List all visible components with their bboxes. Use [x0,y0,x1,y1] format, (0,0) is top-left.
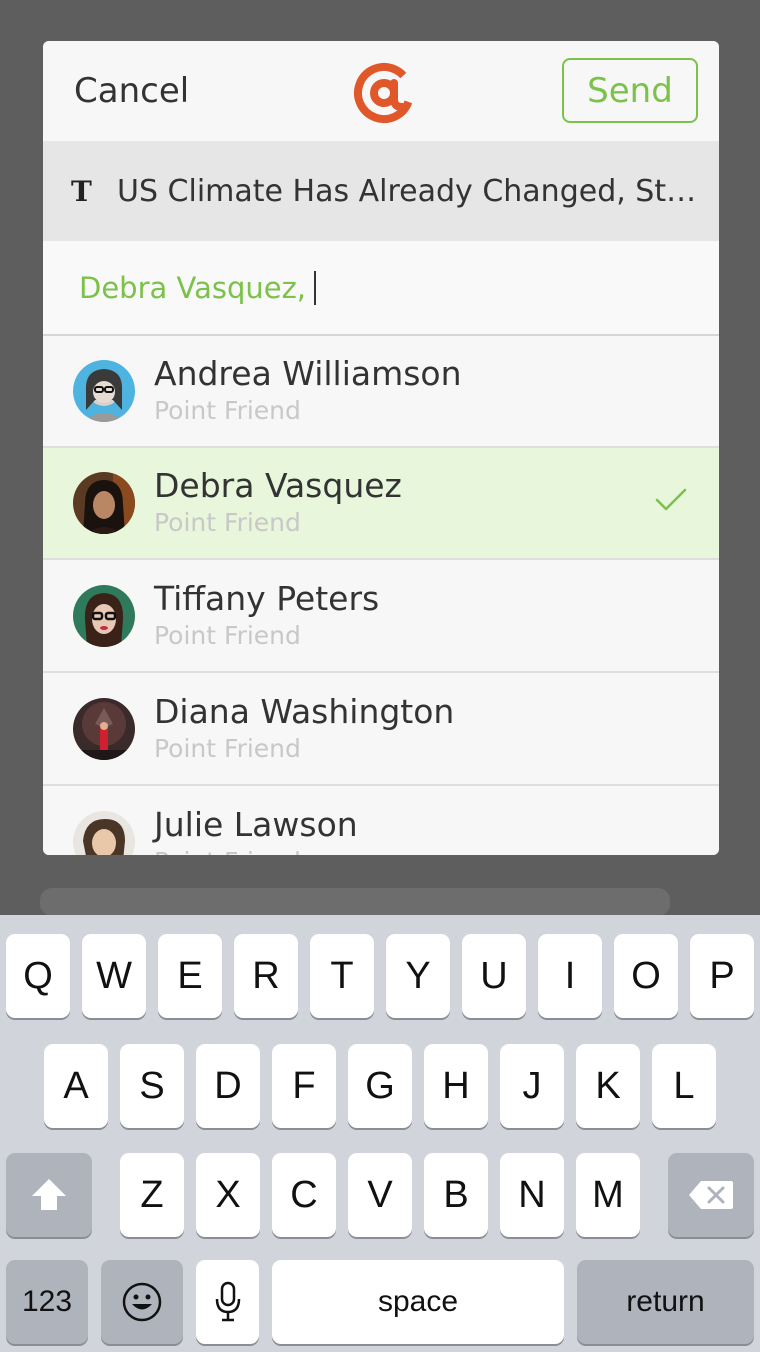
contact-name: Julie Lawson [154,805,358,844]
key-h[interactable]: H [424,1044,488,1128]
microphone-icon [215,1281,240,1322]
key-o[interactable]: O [614,934,678,1018]
article-title: US Climate Has Already Changed, Stu… [117,173,707,209]
emoji-icon [122,1282,162,1322]
key-z[interactable]: Z [120,1153,184,1237]
avatar [73,585,135,647]
contact-subtitle: Point Friend [154,847,301,855]
shift-key[interactable] [6,1153,92,1237]
contact-row[interactable]: Andrea Williamson Point Friend [43,336,719,448]
at-sign-icon [354,63,414,123]
avatar [73,360,135,422]
return-key[interactable]: return [577,1260,754,1344]
key-c[interactable]: C [272,1153,336,1237]
avatar [73,811,135,855]
contact-name: Diana Washington [154,692,455,731]
key-r[interactable]: R [234,934,298,1018]
contact-subtitle: Point Friend [154,734,301,763]
key-l[interactable]: L [652,1044,716,1128]
recipient-token[interactable]: Debra Vasquez, [79,271,306,305]
key-s[interactable]: S [120,1044,184,1128]
checkmark-icon [655,488,687,511]
key-e[interactable]: E [158,934,222,1018]
send-button[interactable]: Send [562,58,698,123]
dictation-key[interactable] [196,1260,259,1344]
space-key[interactable]: space [272,1260,564,1344]
share-sheet: Cancel Send T US Climate Has Already Cha… [43,41,719,855]
key-w[interactable]: W [82,934,146,1018]
key-b[interactable]: B [424,1153,488,1237]
key-g[interactable]: G [348,1044,412,1128]
delete-key[interactable] [668,1153,754,1237]
text-cursor [314,270,317,305]
nyt-logo-icon: T [71,174,92,208]
key-j[interactable]: J [500,1044,564,1128]
contact-name: Andrea Williamson [154,354,462,393]
shift-arrow-icon [32,1179,66,1210]
keyboard: Q W E R T Y U I O P A S D F G H J K L Z … [0,915,760,1352]
key-n[interactable]: N [500,1153,564,1237]
key-u[interactable]: U [462,934,526,1018]
contact-subtitle: Point Friend [154,508,301,537]
avatar [73,698,135,760]
background-text-line [40,888,670,915]
key-i[interactable]: I [538,934,602,1018]
key-v[interactable]: V [348,1153,412,1237]
share-header: Cancel Send [43,41,719,141]
contact-row[interactable]: Tiffany Peters Point Friend [43,561,719,673]
backspace-icon [689,1181,733,1209]
contact-row[interactable]: Diana Washington Point Friend [43,674,719,786]
key-p[interactable]: P [690,934,754,1018]
key-q[interactable]: Q [6,934,70,1018]
cancel-button[interactable]: Cancel [74,71,189,111]
key-d[interactable]: D [196,1044,260,1128]
key-m[interactable]: M [576,1153,640,1237]
shared-article: T US Climate Has Already Changed, Stu… [43,141,719,241]
key-t[interactable]: T [310,934,374,1018]
key-x[interactable]: X [196,1153,260,1237]
contact-subtitle: Point Friend [154,396,301,425]
recipient-input[interactable]: Debra Vasquez, [43,241,719,336]
key-f[interactable]: F [272,1044,336,1128]
key-a[interactable]: A [44,1044,108,1128]
contact-row[interactable]: Julie Lawson Point Friend [43,787,719,855]
numbers-key[interactable]: 123 [6,1260,88,1344]
contact-name: Debra Vasquez [154,466,402,505]
avatar [73,472,135,534]
contact-name: Tiffany Peters [154,579,380,618]
contact-subtitle: Point Friend [154,621,301,650]
key-y[interactable]: Y [386,934,450,1018]
emoji-key[interactable] [101,1260,183,1344]
contact-row-selected[interactable]: Debra Vasquez Point Friend [43,448,719,560]
key-k[interactable]: K [576,1044,640,1128]
